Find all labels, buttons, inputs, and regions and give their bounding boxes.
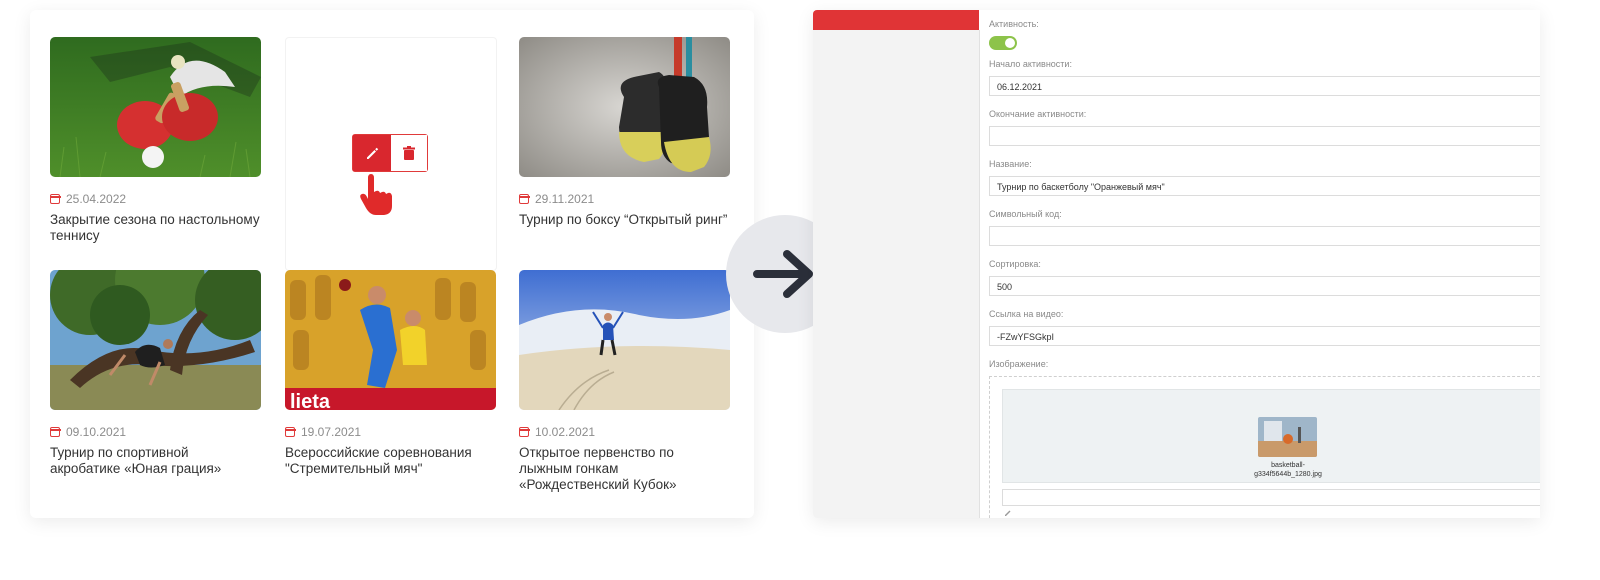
- news-grid-panel: 25.04.2022 Закрытие сезона по настольном…: [30, 10, 754, 518]
- element-edit-form: Активность: Начало активности: 06.12.202…: [989, 18, 1540, 518]
- video-link-input[interactable]: -FZwYFSGkpI: [989, 326, 1540, 346]
- name-input[interactable]: Турнир по баскетболу "Оранжевый мяч": [989, 176, 1540, 196]
- news-card[interactable]: 29.11.2021 Турнир по боксу “Открытый рин…: [518, 37, 730, 228]
- news-date: 25.04.2022: [49, 191, 261, 207]
- news-title[interactable]: Турнир по боксу “Открытый ринг”: [519, 212, 730, 228]
- hand-pointer-icon: [360, 174, 392, 215]
- start-date-input[interactable]: 06.12.2021: [989, 76, 1540, 96]
- image-description-input[interactable]: [1002, 489, 1540, 506]
- news-card[interactable]: 10.02.2021 Открытое первенство по лыжным…: [518, 270, 730, 493]
- delete-button[interactable]: [390, 135, 427, 171]
- image-thumbnail[interactable]: [1258, 417, 1317, 457]
- trash-icon: [402, 146, 415, 160]
- news-image-boxing[interactable]: [519, 37, 730, 177]
- end-date-input[interactable]: [989, 126, 1540, 146]
- image-upload-zone[interactable]: basketball- g334f5644b_1280.jpg: [989, 376, 1540, 518]
- news-title[interactable]: Закрытие сезона по настольному теннису: [50, 212, 261, 244]
- sort-label: Сортировка:: [989, 259, 1041, 269]
- news-date-text: 25.04.2022: [66, 192, 127, 206]
- name-label: Название:: [989, 159, 1032, 169]
- news-date-text: 19.07.2021: [301, 425, 362, 439]
- calendar-icon: [49, 427, 61, 437]
- news-title[interactable]: Всероссийские соревнования "Стремительны…: [285, 445, 496, 477]
- sort-input[interactable]: 500: [989, 276, 1540, 296]
- news-image-skiing[interactable]: [519, 270, 730, 410]
- calendar-icon: [284, 427, 296, 437]
- news-title[interactable]: Открытое первенство по лыжным гонкам «Ро…: [519, 445, 730, 493]
- news-card[interactable]: lieta 19.07.2021 Всероссийские соревнова…: [284, 270, 496, 477]
- news-image-table-tennis[interactable]: [50, 37, 261, 177]
- video-link-label: Ссылка на видео:: [989, 309, 1064, 319]
- start-date-label: Начало активности:: [989, 59, 1072, 69]
- news-card[interactable]: 09.10.2021 Турнир по спортивной акробати…: [49, 270, 261, 477]
- admin-sidebar: [813, 30, 980, 518]
- admin-header-bar: [813, 10, 979, 30]
- news-card[interactable]: 25.04.2022 Закрытие сезона по настольном…: [49, 37, 261, 244]
- pencil-icon[interactable]: [1004, 509, 1012, 517]
- calendar-icon: [518, 427, 530, 437]
- image-file-name: basketball- g334f5644b_1280.jpg: [1254, 462, 1322, 478]
- news-date: 29.11.2021: [518, 191, 730, 207]
- svg-text:lieta: lieta: [290, 391, 331, 410]
- admin-edit-panel: Активность: Начало активности: 06.12.202…: [813, 10, 1540, 518]
- news-date: 19.07.2021: [284, 424, 496, 440]
- news-date-text: 29.11.2021: [535, 192, 595, 206]
- arrow-right-icon: [753, 250, 813, 298]
- image-label: Изображение:: [989, 359, 1049, 369]
- activity-label: Активность:: [989, 19, 1039, 29]
- activity-toggle[interactable]: [989, 36, 1017, 50]
- pencil-icon: [366, 147, 378, 159]
- image-preview: basketball- g334f5644b_1280.jpg: [1002, 389, 1540, 483]
- news-date: 09.10.2021: [49, 424, 261, 440]
- news-date-text: 09.10.2021: [66, 425, 127, 439]
- card-action-bar: [352, 134, 428, 172]
- end-date-label: Окончание активности:: [989, 109, 1087, 119]
- news-date-text: 10.02.2021: [535, 425, 596, 439]
- news-title[interactable]: Турнир по спортивной акробатике «Юная гр…: [50, 445, 261, 477]
- calendar-icon: [518, 194, 530, 204]
- edit-button[interactable]: [353, 135, 391, 171]
- calendar-icon: [49, 194, 61, 204]
- code-input[interactable]: [989, 226, 1540, 246]
- news-image-handball[interactable]: lieta: [285, 270, 496, 410]
- news-date: 10.02.2021: [518, 424, 730, 440]
- news-image-acrobatics[interactable]: [50, 270, 261, 410]
- code-label: Символьный код:: [989, 209, 1062, 219]
